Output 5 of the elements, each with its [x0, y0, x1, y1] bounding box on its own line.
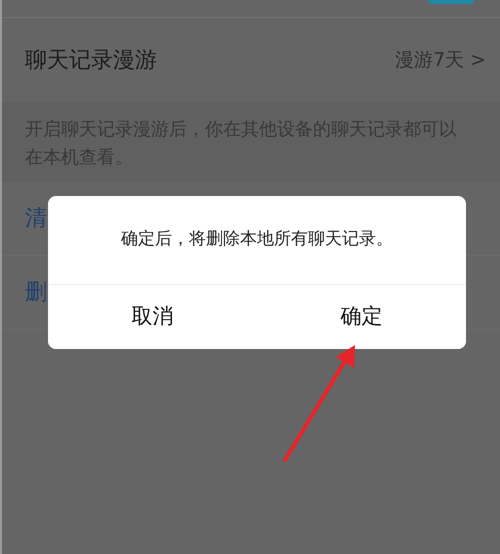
chevron-icon: >	[470, 46, 486, 74]
setting-label: 聊天记录漫游	[25, 46, 157, 74]
setting-option[interactable]: 删	[25, 276, 47, 309]
setting-option[interactable]: 清	[25, 202, 47, 235]
dialog-message: 确定后，将删除本地所有聊天记录。	[121, 228, 393, 252]
